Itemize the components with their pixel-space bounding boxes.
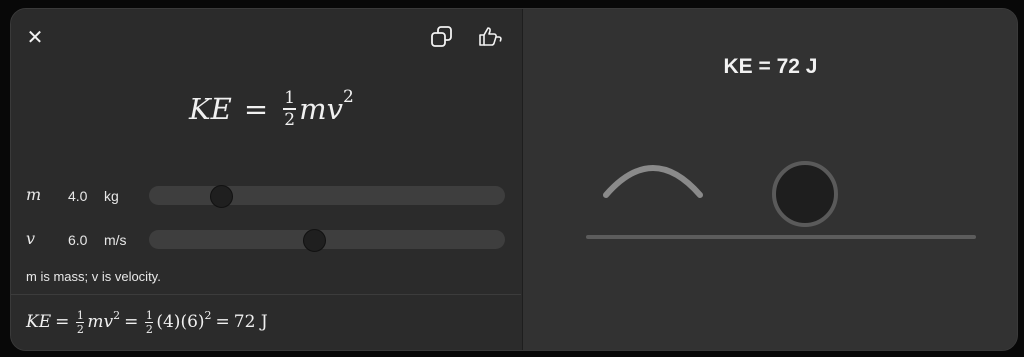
velocity-value: 6.0 bbox=[68, 232, 88, 248]
mass-slider[interactable] bbox=[149, 185, 505, 208]
calculator-card: ✕ KE = 1 2 mv 2 m 4.0 kg v 6.0 m/s m is … bbox=[10, 8, 1018, 351]
formula-fraction: 1 2 bbox=[283, 88, 297, 130]
mass-control: m 4.0 kg bbox=[11, 184, 521, 208]
thumbs-up-down-icon bbox=[479, 27, 502, 46]
velocity-slider-thumb[interactable] bbox=[302, 229, 326, 252]
feedback-button[interactable] bbox=[477, 24, 503, 50]
computation-fraction: 1 2 bbox=[76, 308, 85, 336]
close-button[interactable]: ✕ bbox=[25, 26, 45, 48]
computation-exponent: 2 bbox=[113, 308, 121, 322]
formula-exponent: 2 bbox=[343, 87, 354, 107]
velocity-symbol: v bbox=[26, 229, 36, 248]
result-panel: KE = 72 J bbox=[522, 9, 1017, 350]
copy-button[interactable] bbox=[429, 24, 455, 50]
copy-icon bbox=[431, 26, 452, 47]
mass-symbol: m bbox=[26, 185, 42, 204]
kinetic-energy-illustration bbox=[586, 161, 976, 239]
formula-rhs: mv bbox=[299, 92, 344, 126]
computation-equals: = bbox=[55, 312, 70, 332]
computation-lhs: KE bbox=[26, 312, 52, 332]
computation-equals-3: = bbox=[215, 312, 230, 332]
computation-rhs: mv bbox=[87, 312, 114, 332]
variable-description: m is mass; v is velocity. bbox=[26, 269, 161, 284]
motion-arc bbox=[603, 165, 703, 198]
kinetic-energy-formula: KE = 1 2 mv 2 bbox=[189, 79, 354, 139]
computation-result: 72 J bbox=[233, 312, 268, 332]
computation-equals-2: = bbox=[124, 312, 139, 332]
computation-denominator-2: 2 bbox=[145, 322, 153, 336]
ball bbox=[772, 161, 838, 227]
velocity-slider[interactable] bbox=[149, 229, 505, 252]
mass-value: 4.0 bbox=[68, 188, 88, 204]
formula-lhs: KE bbox=[189, 92, 232, 126]
computation-numerator: 1 bbox=[76, 308, 84, 322]
velocity-control: v 6.0 m/s bbox=[11, 228, 521, 252]
computation-formula: KE = 1 2 mv 2 = 1 2 (4)(6) 2 = 72 J bbox=[26, 307, 268, 337]
computation-substitution-exponent: 2 bbox=[204, 308, 212, 322]
fraction-numerator: 1 bbox=[284, 88, 296, 109]
computation-numerator-2: 1 bbox=[145, 308, 153, 322]
close-icon: ✕ bbox=[26, 25, 44, 49]
formula-equals: = bbox=[243, 92, 269, 126]
fraction-denominator: 2 bbox=[284, 109, 296, 130]
divider bbox=[11, 294, 521, 295]
formula-panel: ✕ KE = 1 2 mv 2 m 4.0 kg v 6.0 m/s m is … bbox=[11, 9, 521, 350]
computation-substitution: (4)(6) bbox=[156, 312, 205, 332]
velocity-unit: m/s bbox=[104, 232, 127, 248]
mass-slider-thumb[interactable] bbox=[210, 185, 234, 208]
computation-denominator: 2 bbox=[76, 322, 84, 336]
computation-fraction-2: 1 2 bbox=[145, 308, 154, 336]
mass-unit: kg bbox=[104, 188, 119, 204]
